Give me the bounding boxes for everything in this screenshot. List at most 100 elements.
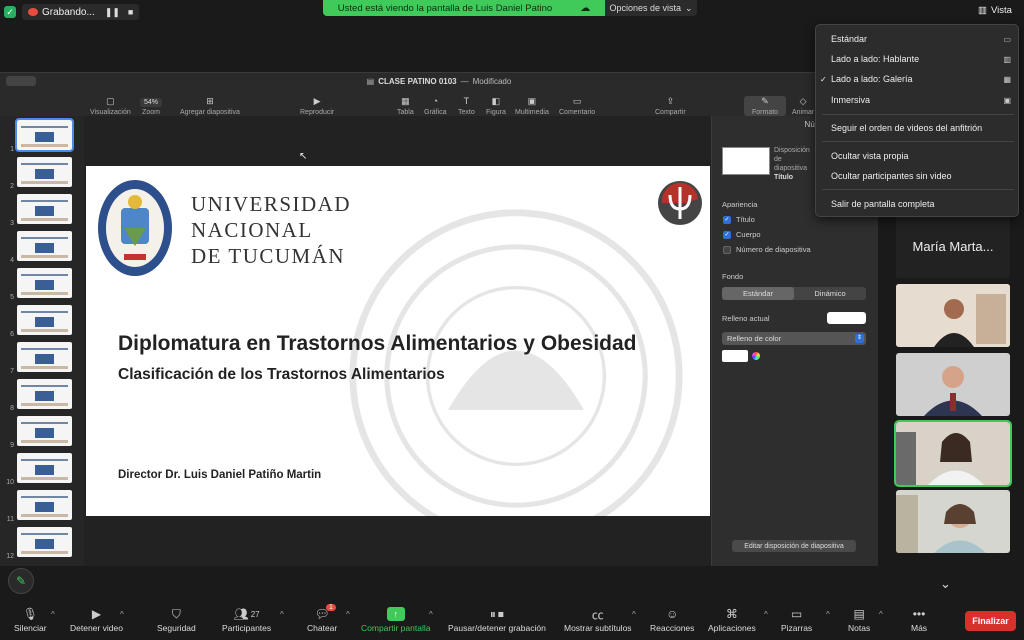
participant-video-1[interactable]: [896, 284, 1010, 347]
whiteboards-options-caret[interactable]: ^: [826, 610, 830, 619]
slide-director: Director Dr. Luis Daniel Patiño Martin: [118, 469, 322, 481]
view-options-button[interactable]: Opciones de vista ⌄: [605, 0, 697, 16]
pause-stop-recording-button[interactable]: ⏸︎ ⏹︎ Pausar/detener grabación: [448, 605, 546, 634]
annotate-pencil-icon[interactable]: ✎: [8, 568, 34, 594]
captions-options-caret[interactable]: ^: [632, 610, 636, 619]
mute-options-caret[interactable]: ^: [51, 610, 55, 619]
pause-icon: ⏸︎: [489, 606, 496, 621]
current-fill-swatch[interactable]: [827, 312, 866, 324]
security-button[interactable]: ⛉ Seguridad: [157, 605, 196, 634]
notes-button[interactable]: ▤ Notas: [848, 605, 870, 633]
current-slide[interactable]: UNIVERSIDAD NACIONAL DE TUCUMÁN Diplomat…: [86, 166, 710, 516]
menu-item-immersive[interactable]: Inmersiva ▣: [831, 93, 1011, 107]
edit-layout-button[interactable]: Editar disposición de diapositiva: [732, 540, 856, 552]
segment-standard[interactable]: Estándar: [722, 287, 794, 300]
slide-thumbnail-number: 11: [6, 516, 14, 523]
slide-number-checkbox[interactable]: Número de diapositiva: [723, 245, 811, 254]
reactions-button[interactable]: ☺︎ Reacciones: [650, 605, 694, 633]
text-button[interactable]: T Texto: [458, 96, 475, 116]
chat-options-caret[interactable]: ^: [346, 610, 350, 619]
participants-button[interactable]: 👥︎ 27 Participantes: [222, 605, 271, 633]
slide-thumbnail[interactable]: 3: [2, 194, 82, 231]
slide-thumbnail[interactable]: 6: [2, 305, 82, 342]
captions-button[interactable]: ㏄ Mostrar subtítulos: [564, 605, 632, 634]
share-doc-button[interactable]: ⇪ Compartir: [655, 96, 686, 116]
participant-video-2[interactable]: [896, 353, 1010, 416]
body-checkbox-label: Cuerpo: [736, 230, 761, 239]
media-button[interactable]: ▣ Multimedia: [515, 96, 549, 116]
whiteboards-button[interactable]: ▭ Pizarras: [781, 605, 812, 633]
layout-thumbnail[interactable]: [722, 147, 770, 175]
document-icon: ▤: [366, 76, 375, 86]
menu-item-hide-non-video[interactable]: Ocultar participantes sin video: [831, 169, 1011, 183]
slide-thumbnail[interactable]: 11: [2, 490, 82, 527]
mute-button[interactable]: 🎙︎ Silenciar: [14, 605, 47, 633]
notes-options-caret[interactable]: ^: [879, 610, 883, 619]
title-checkbox[interactable]: ✓ Título: [723, 215, 755, 224]
play-button[interactable]: ▶ Reproducir: [300, 96, 334, 116]
slide-thumbnail-number: 3: [10, 220, 14, 227]
background-heading: Fondo: [722, 272, 744, 281]
pause-recording-icon[interactable]: ❚❚: [105, 7, 120, 18]
menu-item-follow-host-order[interactable]: Seguir el orden de videos del anfitrión: [831, 121, 1011, 135]
slide-thumbnail[interactable]: 7: [2, 342, 82, 379]
zoom-top-bar: ✓ Grabando... ❚❚ ■ Usted está viendo la …: [0, 0, 1024, 24]
participants-options-caret[interactable]: ^: [280, 610, 284, 619]
apps-button[interactable]: ⌘ Aplicaciones: [708, 605, 756, 633]
stop-recording-icon[interactable]: ■: [128, 7, 133, 18]
menu-item-standard[interactable]: Estándar ▭: [831, 32, 1011, 46]
comment-button[interactable]: ▭ Comentario: [559, 96, 595, 116]
participant-video-3-active-speaker[interactable]: [894, 420, 1012, 487]
slide-thumbnail-number: 2: [10, 183, 14, 190]
apps-label: Aplicaciones: [708, 623, 756, 633]
participant-video-image: [896, 490, 1010, 553]
cc-icon: ㏄: [591, 607, 604, 622]
more-button[interactable]: ••• Más: [911, 605, 927, 633]
menu-item-side-gallery[interactable]: ✓ Lado a lado: Galería ▦: [820, 72, 1011, 86]
fill-type-select[interactable]: ⇕ Relleno de color: [722, 332, 866, 345]
shape-button[interactable]: ◧ Figura: [486, 96, 506, 116]
vista-button[interactable]: ▥ Vista: [978, 5, 1012, 16]
apps-options-caret[interactable]: ^: [764, 610, 768, 619]
add-slide-button[interactable]: ⊞ Agregar diapositiva: [180, 96, 240, 116]
view-button[interactable]: ▢ Visualización: [90, 96, 131, 116]
end-meeting-button[interactable]: Finalizar: [965, 611, 1016, 631]
color-wheel-icon[interactable]: [752, 352, 760, 360]
segment-dynamic[interactable]: Dinámico: [794, 287, 866, 300]
slide-thumbnail[interactable]: 10: [2, 453, 82, 490]
add-slide-label: Agregar diapositiva: [180, 109, 240, 116]
zoom-button[interactable]: 54% Zoom: [140, 98, 163, 116]
menu-item-side-speaker[interactable]: Lado a lado: Hablante ▥: [831, 52, 1011, 66]
gallery-scroll-down-icon[interactable]: ⌄: [940, 576, 951, 592]
document-title: CLASE PATINO 0103: [378, 76, 457, 86]
sidebar-icon: ▢: [106, 96, 115, 106]
slide-thumbnail[interactable]: 12: [2, 527, 82, 564]
slide-thumbnail[interactable]: 2: [2, 157, 82, 194]
stop-video-button[interactable]: ▶︎ Detener video: [70, 605, 123, 633]
slide-thumbnail[interactable]: 8: [2, 379, 82, 416]
slide-thumbnail[interactable]: 9: [2, 416, 82, 453]
table-button[interactable]: ▦ Tabla: [397, 96, 414, 116]
more-label: Más: [911, 623, 928, 633]
slide-thumbnail[interactable]: 5: [2, 268, 82, 305]
chart-button[interactable]: ◔ Gráfica: [424, 96, 447, 116]
participant-count: 27: [250, 609, 260, 619]
participant-tile-named[interactable]: María Marta...: [896, 215, 1010, 278]
background-segmented-control: Estándar Dinámico: [722, 287, 866, 300]
animate-button[interactable]: ◇ Animar: [792, 96, 814, 116]
text-label: Texto: [458, 109, 475, 116]
format-button[interactable]: ✎ Formato: [744, 96, 787, 116]
share-options-caret[interactable]: ^: [429, 610, 433, 619]
slide-thumbnail[interactable]: 4: [2, 231, 82, 268]
menu-item-exit-fullscreen[interactable]: Salir de pantalla completa: [831, 197, 1011, 211]
checkbox-checked-icon: ✓: [723, 230, 731, 239]
slide-thumbnail[interactable]: 1: [2, 118, 82, 157]
video-options-caret[interactable]: ^: [120, 610, 124, 619]
share-screen-button[interactable]: ↑ Compartir pantalla: [361, 605, 430, 633]
menu-item-hide-self[interactable]: Ocultar vista propia: [831, 149, 1011, 163]
body-checkbox[interactable]: ✓ Cuerpo: [723, 230, 761, 239]
color-well[interactable]: [722, 350, 748, 362]
slide-canvas: ↖ UNIVERSIDAD NACIONAL DE TUCUMÁN Diplom…: [84, 116, 711, 566]
participant-video-4[interactable]: [896, 490, 1010, 553]
captions-label: Mostrar subtítulos: [564, 623, 632, 633]
